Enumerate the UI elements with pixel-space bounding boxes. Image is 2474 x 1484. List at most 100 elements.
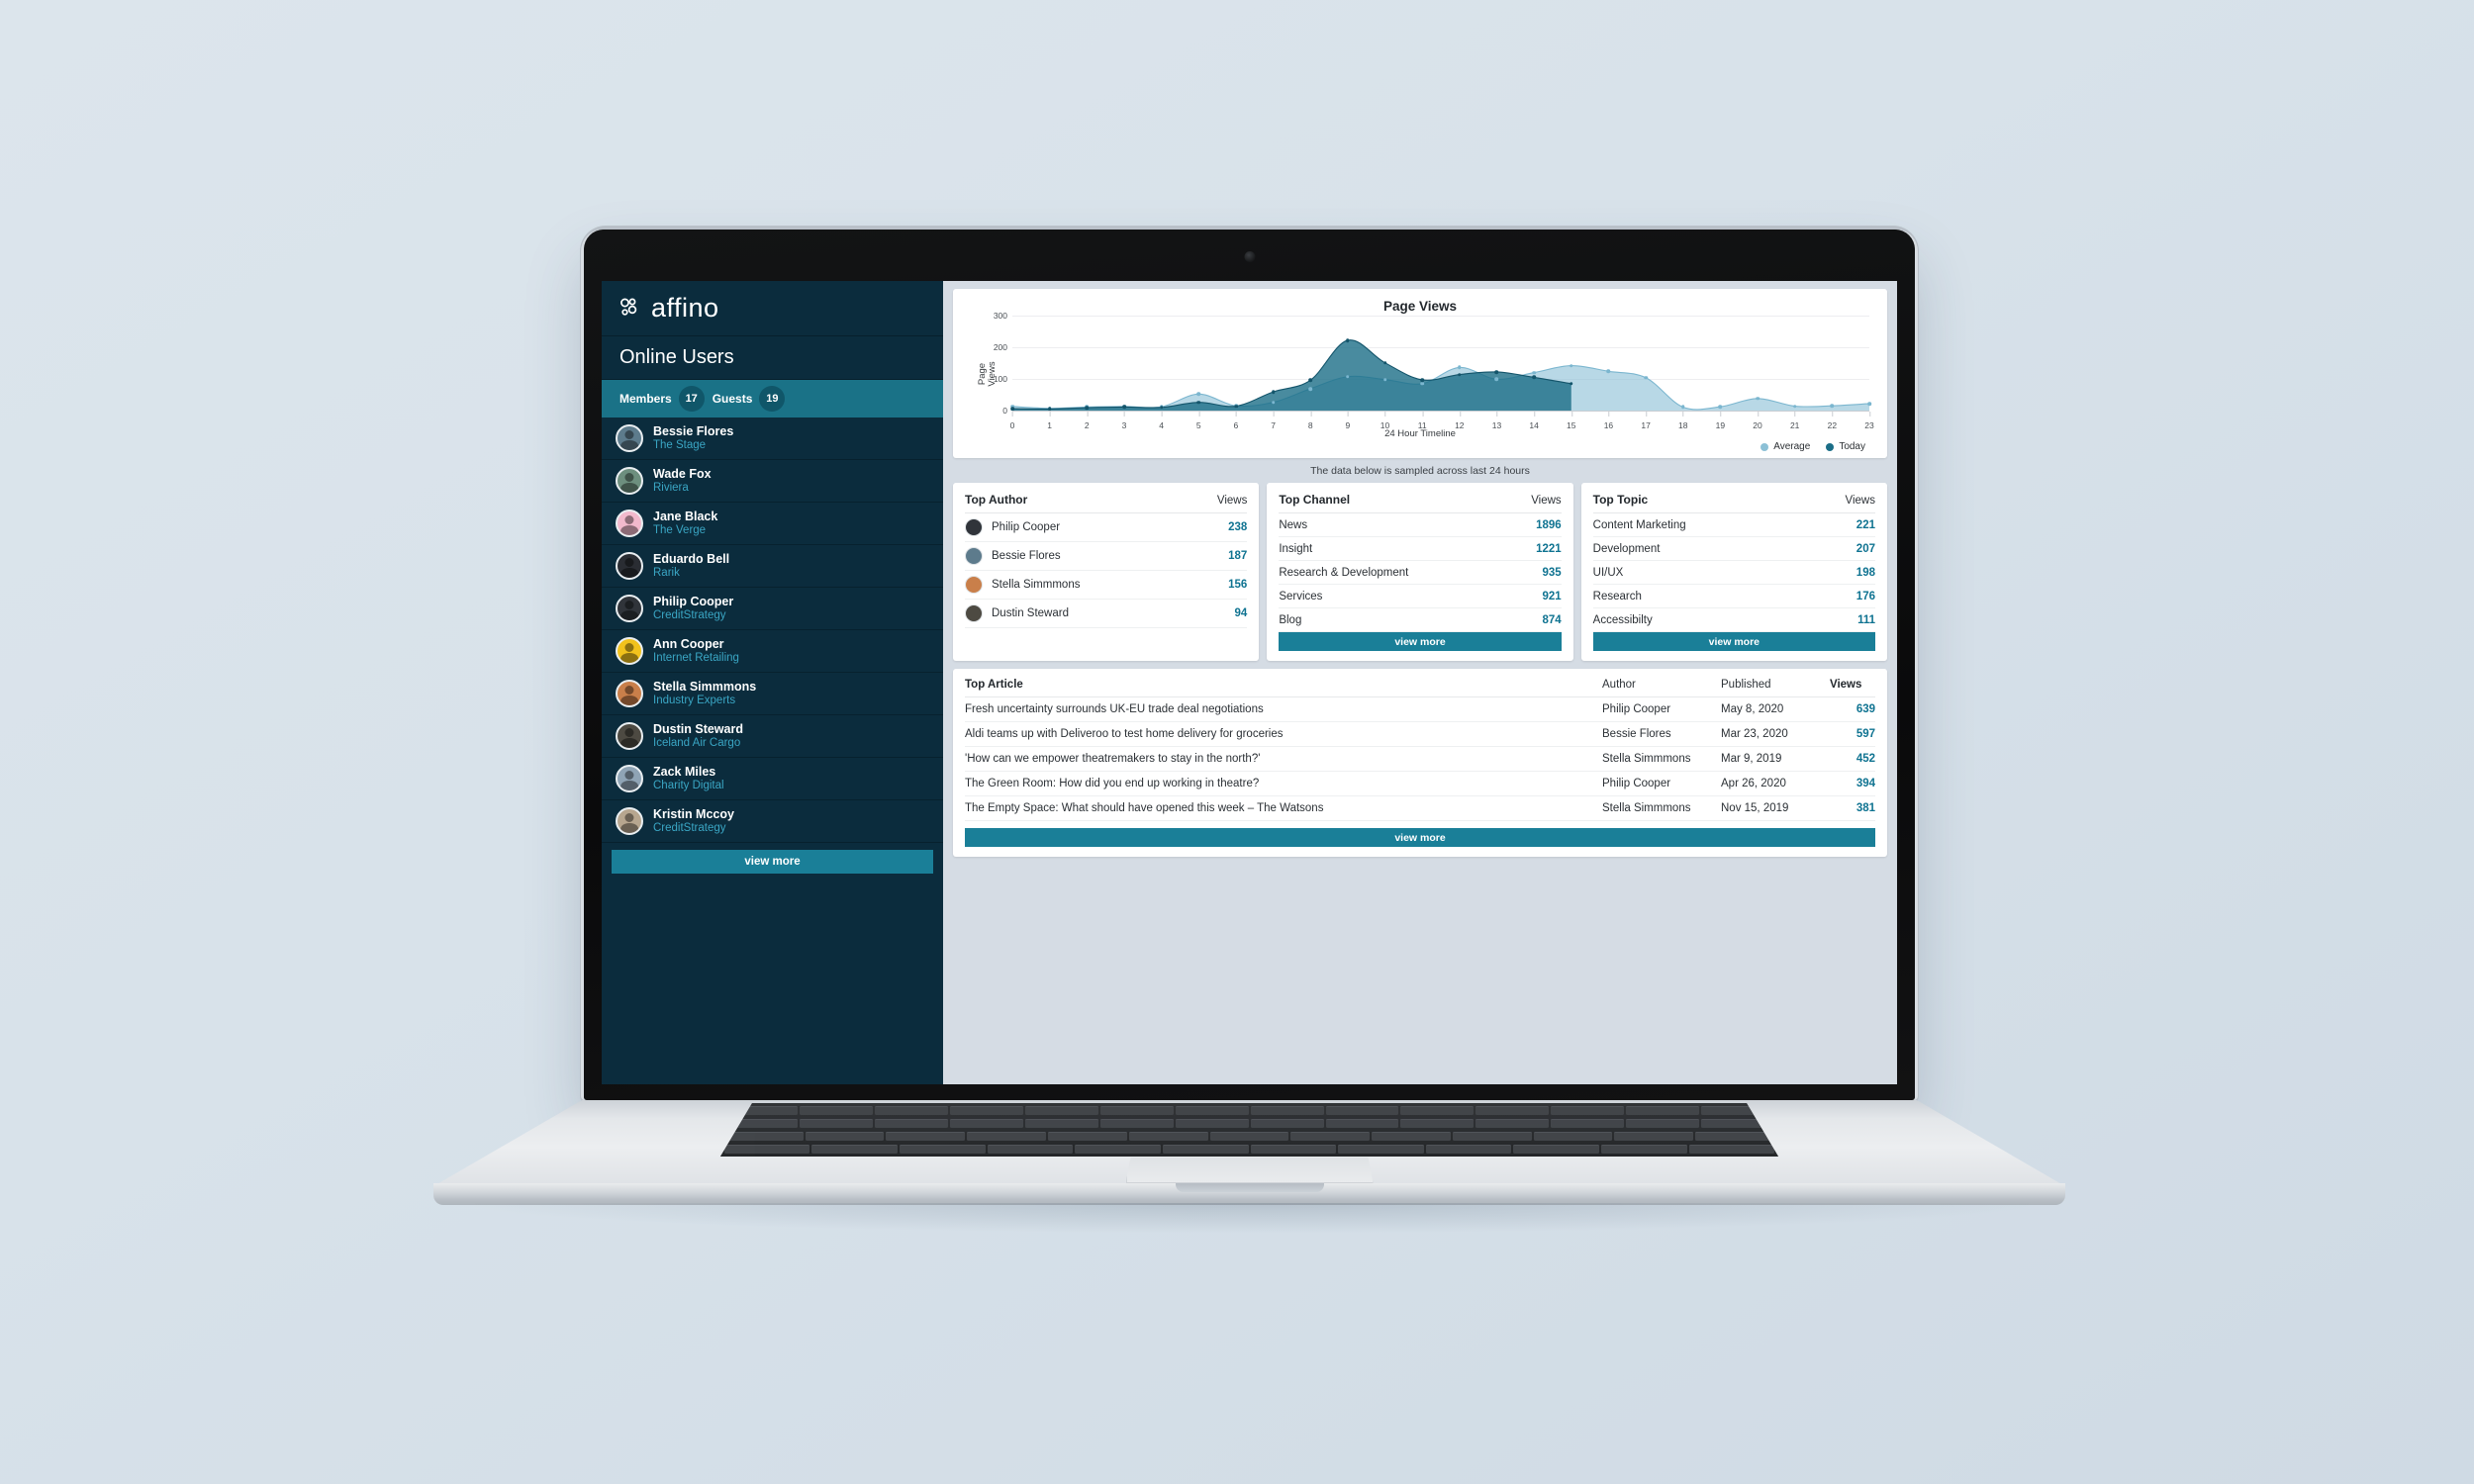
chart-point (1792, 404, 1797, 409)
keyboard-key (1551, 1106, 1625, 1115)
stat-row-value: 1221 (1536, 542, 1562, 555)
stat-row-label: Research (1592, 590, 1642, 603)
table-row[interactable]: The Empty Space: What should have opened… (965, 795, 1875, 821)
online-user-name: Stella Simmmons (653, 680, 757, 695)
top-topic-rows: Content Marketing 221 Development 207 UI/UX 1… (1592, 513, 1875, 632)
chart-point (1569, 382, 1573, 386)
table-row[interactable]: The Green Room: How did you end up worki… (965, 771, 1875, 796)
top-article-body: Fresh uncertainty surrounds UK-EU trade … (965, 696, 1875, 821)
screen: affino Online Users Members 17 Guests 19… (602, 281, 1897, 1084)
online-users-tabbar: Members 17 Guests 19 (602, 380, 943, 417)
top-topic-view-more-button[interactable]: view more (1592, 632, 1875, 651)
sidebar-view-more-button[interactable]: view more (612, 850, 933, 874)
keyboard-row (723, 1119, 1775, 1128)
online-user-row[interactable]: Wade Fox Riviera (602, 460, 943, 503)
stat-row[interactable]: Research 176 (1592, 585, 1875, 608)
online-user-row[interactable]: Stella Simmmons Industry Experts (602, 673, 943, 715)
tab-members[interactable]: Members 17 (619, 386, 705, 412)
keyboard-key (1024, 1119, 1098, 1128)
keyboard-key (1475, 1119, 1550, 1128)
stat-row[interactable]: Stella Simmmons 156 (965, 571, 1248, 600)
keyboard-key (1128, 1132, 1208, 1141)
online-user-row[interactable]: Philip Cooper CreditStrategy (602, 588, 943, 630)
affino-circles-logo-icon (620, 298, 637, 316)
chart-title: Page Views (1382, 299, 1458, 314)
tab-guests[interactable]: Guests 19 (713, 386, 786, 412)
chart-point (1458, 372, 1462, 377)
chart-x-tick: 20 (1753, 412, 1762, 430)
stat-row[interactable]: News 1896 (1279, 513, 1562, 537)
keyboard-key (1099, 1119, 1174, 1128)
stat-row-label: Dustin Steward (992, 607, 1069, 619)
table-row[interactable]: 'How can we empower theatremakers to sta… (965, 746, 1875, 772)
avatar (616, 680, 643, 707)
online-user-list: Bessie Flores The Stage Wade Fox Riviera Jan… (602, 417, 943, 843)
table-row[interactable]: Fresh uncertainty surrounds UK-EU trade … (965, 696, 1875, 722)
online-user-row[interactable]: Jane Black The Verge (602, 503, 943, 545)
brand-logo[interactable]: affino (619, 293, 719, 324)
online-user-row[interactable]: Eduardo Bell Rarik (602, 545, 943, 588)
keyboard-key (723, 1119, 798, 1128)
stat-row[interactable]: Blog 874 (1279, 608, 1562, 632)
stat-row[interactable]: Research & Development 935 (1279, 561, 1562, 585)
top-article-header-row: Top Article Author Published Views (965, 679, 1875, 697)
laptop-lid: affino Online Users Members 17 Guests 19… (584, 230, 1915, 1100)
keyboard-key (1701, 1119, 1775, 1128)
article-views: 452 (1830, 746, 1875, 772)
legend-item[interactable]: Average (1760, 441, 1810, 452)
stat-row[interactable]: Insight 1221 (1279, 537, 1562, 561)
keyboard-key (949, 1119, 1023, 1128)
stat-row[interactable]: Development 207 (1592, 537, 1875, 561)
keyboard-key (1175, 1119, 1249, 1128)
stat-row[interactable]: Content Marketing 221 (1592, 513, 1875, 537)
keyboard-key (886, 1132, 966, 1141)
top-article-published-header: Published (1721, 679, 1830, 697)
keyboard-key (1688, 1145, 1775, 1154)
online-user-row[interactable]: Ann Cooper Internet Retailing (602, 630, 943, 673)
stat-row-label: Blog (1279, 613, 1302, 626)
stat-row[interactable]: Bessie Flores 187 (965, 542, 1248, 571)
chart-x-tick: 4 (1159, 412, 1164, 430)
legend-item[interactable]: Today (1826, 441, 1865, 452)
article-published: May 8, 2020 (1721, 696, 1830, 722)
online-user-row[interactable]: Bessie Flores The Stage (602, 417, 943, 460)
stat-row[interactable]: Philip Cooper 238 (965, 513, 1248, 542)
stat-row[interactable]: Accessibilty 111 (1592, 608, 1875, 632)
stat-row[interactable]: UI/UX 198 (1592, 561, 1875, 585)
stat-row-value: 238 (1228, 521, 1248, 533)
keyboard-key (900, 1145, 986, 1154)
chart-point (1420, 382, 1424, 386)
keyboard-key (1325, 1106, 1399, 1115)
top-channel-views-header: Views (1531, 495, 1562, 507)
top-article-view-more-button[interactable]: view more (965, 828, 1875, 847)
avatar (616, 510, 643, 537)
stat-row[interactable]: Services 921 (1279, 585, 1562, 608)
keyboard-key (1626, 1106, 1700, 1115)
chart-x-tick: 3 (1121, 412, 1127, 430)
top-channel-view-more-button[interactable]: view more (1279, 632, 1562, 651)
online-user-name: Philip Cooper (653, 595, 734, 609)
chart-x-tick: 23 (1864, 412, 1874, 430)
chart-point (1382, 360, 1387, 365)
stat-row[interactable]: Dustin Steward 94 (965, 600, 1248, 628)
online-user-row[interactable]: Kristin Mccoy CreditStrategy (602, 800, 943, 843)
online-user-row[interactable]: Dustin Steward Iceland Air Cargo (602, 715, 943, 758)
webcam-icon (1244, 251, 1255, 262)
laptop-base-front (433, 1183, 2065, 1205)
stat-row-value: 156 (1228, 579, 1248, 591)
keyboard-key (1600, 1145, 1687, 1154)
laptop-front-notch (1175, 1183, 1324, 1192)
stat-row-label: Development (1592, 542, 1661, 555)
article-author: Bessie Flores (1602, 721, 1721, 747)
table-row[interactable]: Aldi teams up with Deliveroo to test hom… (965, 721, 1875, 747)
stat-row-value: 935 (1542, 566, 1562, 579)
stat-row-label: Content Marketing (1592, 518, 1686, 531)
online-user-name: Zack Miles (653, 765, 716, 780)
keyboard-row (723, 1145, 1775, 1154)
chart-point (1532, 375, 1536, 380)
top-article-table: Top Article Author Published Views Fresh… (965, 679, 1875, 821)
chart-point (1569, 363, 1573, 368)
chart-x-axis: 0 1 2 3 4 5 6 7 8 9 10 11 12 13 14 15 16 17 18 19 20 21 22 23 (1010, 411, 1874, 430)
tab-guests-count: 19 (759, 386, 786, 412)
online-user-row[interactable]: Zack Miles Charity Digital (602, 758, 943, 800)
